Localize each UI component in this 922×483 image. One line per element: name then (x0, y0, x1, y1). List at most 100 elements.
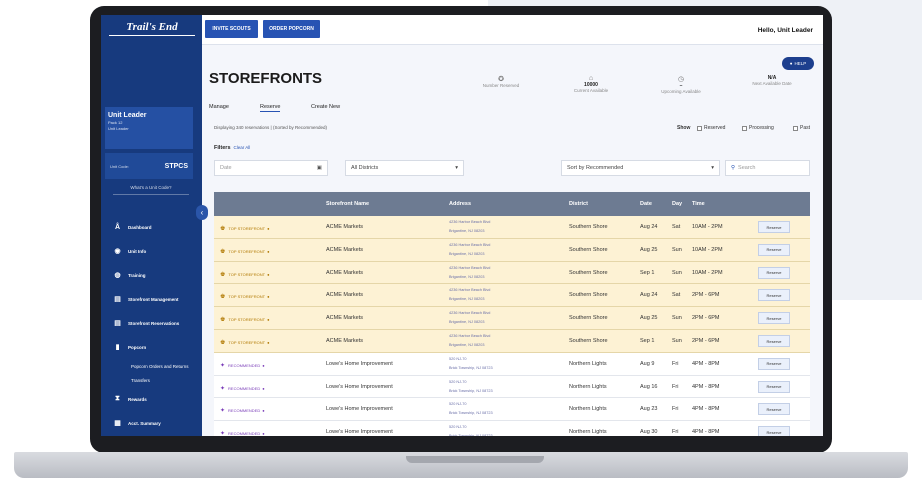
clear-all-link[interactable]: Clear All (234, 145, 251, 150)
reserve-button[interactable]: Reserve (758, 357, 790, 370)
reserve-button[interactable]: Reserve (758, 403, 790, 416)
row-tag-label: TOP STOREFRONT (228, 317, 266, 323)
row-tag: ♚ TOP STOREFRONT ● (220, 316, 269, 323)
time: 2PM - 6PM (692, 292, 720, 299)
address-line1: 520 NJ-70 (449, 402, 467, 407)
row-tag-label: TOP STOREFRONT (228, 226, 266, 231)
tab-reserve[interactable]: Reserve (260, 104, 281, 112)
address[interactable]: 520 NJ-70 Brick Township, NJ 08723 (449, 378, 493, 396)
storefront-name: ACME Markets (326, 269, 363, 276)
brand-logo[interactable]: Trail's End (109, 21, 195, 36)
column-header[interactable]: Storefront Name (326, 201, 369, 207)
district: Northern Lights (569, 429, 607, 436)
row-tag-label: RECOMMENDED (228, 385, 261, 391)
address-line1: 4236 Harbor Beach Blvd (449, 265, 491, 270)
column-header[interactable]: Date (640, 201, 652, 207)
district-select[interactable]: All Districts ▾ (345, 160, 464, 176)
date: Aug 16 (640, 383, 658, 390)
reserve-button[interactable]: Reserve (758, 289, 790, 302)
sidebar-item-unit-info[interactable]: ◉ Unit Info (101, 239, 202, 263)
unit-code-help-link[interactable]: What's a Unit Code? (113, 185, 189, 195)
storefront-name: ACME Markets (326, 292, 363, 299)
collapse-sidebar-button[interactable]: ‹ (196, 205, 208, 220)
address[interactable]: 4236 Harbor Beach Blvd Brigantine, NJ 082… (449, 332, 490, 350)
reserve-button[interactable]: Reserve (758, 221, 790, 233)
reserve-button[interactable]: Reserve (758, 426, 790, 436)
checkbox-box (793, 125, 798, 131)
info-icon: ● (267, 271, 270, 277)
column-header[interactable]: Time (692, 201, 705, 207)
sidebar-item-storefront-management[interactable]: ▤ Storefront Management (101, 287, 202, 311)
show-processing-checkbox[interactable]: Processing (742, 125, 774, 131)
address[interactable]: 520 NJ-70 Brick Township, NJ 08723 (449, 400, 493, 418)
show-past-checkbox[interactable]: Past (793, 125, 810, 131)
date: Aug 24 (640, 292, 658, 299)
question-icon: ● (789, 61, 793, 66)
reserve-button[interactable]: Reserve (758, 335, 790, 347)
reserve-button[interactable]: Reserve (758, 380, 790, 393)
table-row: ♚ TOP STOREFRONT ● ACME Markets 4236 Harbor … (214, 307, 810, 330)
sidebar-item-storefront-reservations[interactable]: ▤ Storefront Reservations (101, 311, 202, 335)
help-label: HELP (794, 61, 807, 66)
badge-icon: ✪ (498, 76, 504, 83)
sparkle-icon: ✦ (220, 385, 226, 392)
row-tag-label: TOP STOREFRONT (228, 271, 266, 277)
trophy-icon: ⧗ (115, 395, 120, 402)
calendar-icon: ▣ (316, 165, 322, 171)
info-icon: ● (267, 226, 270, 231)
reserve-button[interactable]: Reserve (758, 243, 790, 256)
reserve-button[interactable]: Reserve (758, 266, 790, 279)
time: 4PM - 8PM (692, 406, 720, 413)
sort-select[interactable]: Sort by Recommended ▾ (561, 160, 720, 176)
date-filter[interactable]: Date ▣ (214, 160, 328, 176)
sidebar-item-acct-summary[interactable]: ▦ Acct. Summary (101, 411, 202, 435)
time: 2PM - 6PM (692, 338, 720, 344)
info-icon: ● (267, 248, 270, 254)
sidebar-item-training[interactable]: ◍ Training (101, 263, 202, 287)
address-line2: Brigantine, NJ 08203 (449, 320, 485, 325)
sidebar-item-dashboard[interactable]: Å Dashboard (101, 215, 202, 239)
trophy-icon: ♚ (220, 340, 226, 346)
date: Aug 25 (640, 246, 658, 253)
storefront-name: ACME Markets (326, 246, 363, 253)
sparkle-icon: ✦ (220, 362, 226, 369)
stat-upcoming-available: ◷ – Upcoming Available (651, 75, 711, 94)
unit-code-label: Unit Code: (110, 163, 129, 169)
day: Sat (672, 292, 681, 299)
time: 4PM - 8PM (692, 429, 720, 436)
sidebar-item-rewards[interactable]: ⧗ Rewards (101, 387, 202, 411)
district: Southern Shore (569, 338, 608, 344)
stat-next-available-date: N/A Next Available Date (741, 75, 803, 86)
address[interactable]: 4236 Harbor Beach Blvd Brigantine, NJ 082… (449, 218, 490, 236)
reserve-button[interactable]: Reserve (758, 312, 790, 325)
sidebar-subitem-transfers[interactable]: Transfers (101, 373, 202, 387)
sidebar-subitem-popcorn-orders[interactable]: Popcorn Orders and Returns (101, 359, 202, 373)
sidebar-item-popcorn[interactable]: ▮ Popcorn (101, 335, 202, 359)
info-icon: ● (267, 340, 270, 345)
tab-create-new[interactable]: Create New (311, 104, 340, 110)
help-button[interactable]: ● HELP (782, 57, 814, 70)
address[interactable]: 4236 Harbor Beach Blvd Brigantine, NJ 082… (449, 309, 490, 327)
date: Sep 1 (640, 269, 655, 276)
address[interactable]: 520 NJ-70 Brick Township, NJ 08723 (449, 423, 493, 436)
date: Aug 23 (640, 406, 658, 413)
date: Aug 25 (640, 315, 658, 322)
invite-scouts-button[interactable]: INVITE SCOUTS (205, 20, 258, 38)
show-label: Show (677, 125, 691, 131)
order-popcorn-button[interactable]: ORDER POPCORN (263, 20, 320, 38)
district-value: All Districts (351, 165, 379, 171)
address[interactable]: 4236 Harbor Beach Blvd Brigantine, NJ 082… (449, 264, 490, 282)
show-reserved-checkbox[interactable]: Reserved (697, 125, 725, 131)
tab-manage[interactable]: Manage (209, 104, 229, 110)
storefront-name: ACME Markets (326, 224, 363, 230)
row-tag: ✦ RECOMMENDED ● (220, 407, 265, 414)
column-header[interactable]: District (569, 201, 588, 207)
address[interactable]: 520 NJ-70 Brick Township, NJ 08723 (449, 355, 493, 373)
address[interactable]: 4236 Harbor Beach Blvd Brigantine, NJ 082… (449, 286, 490, 304)
laptop-notch (406, 456, 544, 463)
address[interactable]: 4236 Harbor Beach Blvd Brigantine, NJ 082… (449, 241, 490, 259)
column-header[interactable]: Day (672, 201, 682, 207)
search-input[interactable]: ⚲ Search (725, 160, 810, 176)
chevron-down-icon: ▾ (711, 165, 714, 171)
column-header[interactable]: Address (449, 201, 471, 207)
